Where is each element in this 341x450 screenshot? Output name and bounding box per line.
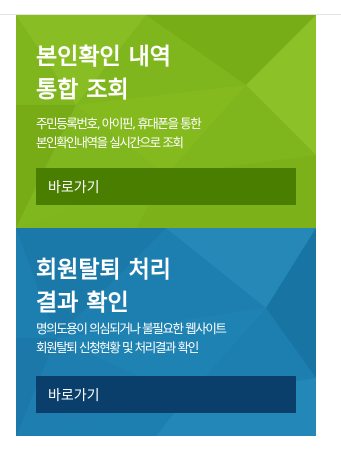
panel-title: 본인확인 내역 통합 조회 (36, 44, 171, 103)
panel-title: 회원탈퇴 처리 결과 확인 (36, 257, 171, 316)
panel-description: 명의도용이 의심되거나 불필요한 웹사이트 회원탈퇴 신청현황 및 처리결과 확… (36, 321, 227, 355)
identity-check-go-button[interactable]: 바로가기 (36, 168, 296, 205)
panel-description: 주민등록번호, 아이핀, 휴대폰을 통한 본인확인내역을 실시간으로 조회 (36, 116, 202, 150)
identity-check-panel: 본인확인 내역 통합 조회 주민등록번호, 아이핀, 휴대폰을 통한 본인확인내… (16, 15, 316, 228)
withdrawal-check-go-button[interactable]: 바로가기 (36, 376, 296, 413)
membership-withdrawal-panel: 회원탈퇴 처리 결과 확인 명의도용이 의심되거나 불필요한 웹사이트 회원탈퇴… (16, 228, 316, 436)
